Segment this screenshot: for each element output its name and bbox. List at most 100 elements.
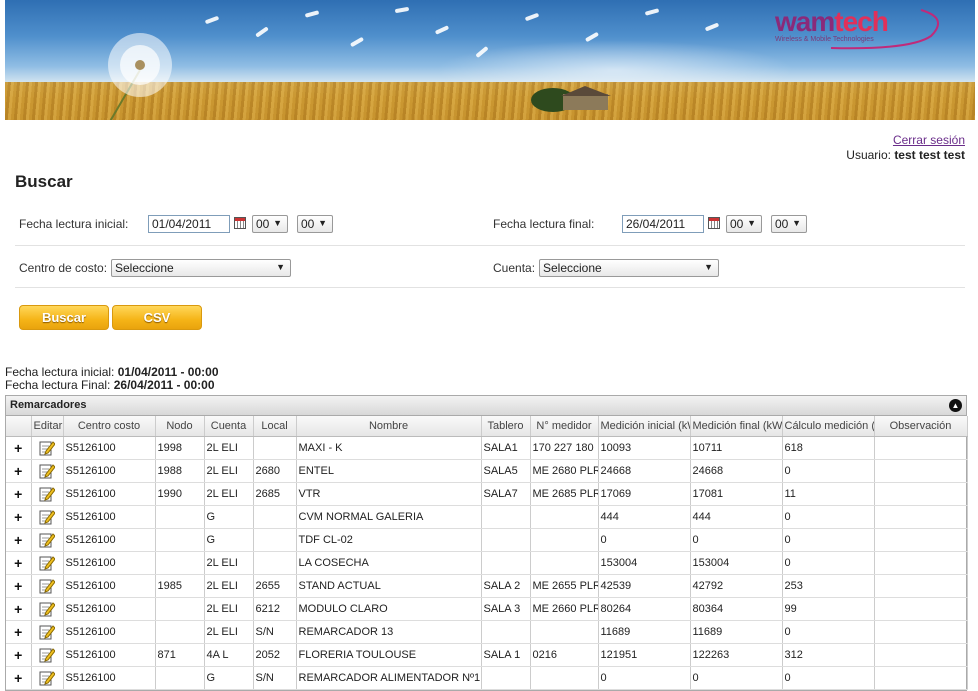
table-cell	[155, 620, 205, 644]
table-cell: S5126100	[63, 666, 156, 690]
collapse-icon[interactable]: ▲	[949, 399, 962, 412]
table-cell: CVM NORMAL GALERIA	[296, 505, 482, 529]
grid-caption: Remarcadores ▲	[6, 396, 966, 416]
expand-icon[interactable]: +	[14, 647, 22, 663]
table-cell: 0	[690, 528, 783, 552]
column-header[interactable]: Centro costo	[63, 416, 156, 437]
table-row[interactable]: + S5126100 G CVM NORMAL GALERIA 444 444 0	[6, 505, 968, 529]
fecha-inicial-hour-select[interactable]: 00 ▼	[252, 215, 288, 233]
table-cell: S5126100	[63, 620, 156, 644]
edit-icon[interactable]	[39, 532, 55, 547]
table-cell: 17069	[598, 482, 691, 506]
edit-icon[interactable]	[39, 601, 55, 616]
chevron-down-icon: ▼	[318, 218, 327, 228]
expand-icon[interactable]: +	[14, 486, 22, 502]
fecha-inicial-min-select[interactable]: 00 ▼	[297, 215, 333, 233]
csv-button[interactable]: CSV	[112, 305, 202, 330]
edit-icon[interactable]	[39, 440, 55, 455]
column-header[interactable]: Local	[253, 416, 297, 437]
edit-icon[interactable]	[39, 670, 55, 685]
expand-icon[interactable]: +	[14, 463, 22, 479]
table-row[interactable]: + S5126100 2L ELI S/N REMARCADOR 13 11689 1168…	[6, 620, 968, 644]
table-cell: 1985	[155, 574, 205, 598]
table-cell	[253, 528, 297, 552]
table-cell	[155, 505, 205, 529]
buscar-button[interactable]: Buscar	[19, 305, 109, 330]
table-cell: 24668	[598, 459, 691, 483]
table-row[interactable]: + S5126100 1990 2L ELI 2685 VTR SALA7 ME 2685 P…	[6, 482, 968, 506]
expand-icon[interactable]: +	[14, 440, 22, 456]
expand-icon[interactable]: +	[14, 578, 22, 594]
edit-icon[interactable]	[39, 486, 55, 501]
user-label: Usuario:	[846, 148, 891, 162]
expand-icon[interactable]: +	[14, 555, 22, 571]
column-header[interactable]: Nodo	[155, 416, 205, 437]
column-header[interactable]: Nombre	[296, 416, 482, 437]
table-cell: S5126100	[63, 436, 156, 460]
fecha-final-min-select[interactable]: 00 ▼	[771, 215, 807, 233]
fecha-inicial-input[interactable]: 01/04/2011	[148, 215, 230, 233]
column-header[interactable]: Medición final (kW	[690, 416, 783, 437]
column-header[interactable]: Tablero	[481, 416, 531, 437]
table-row[interactable]: + S5126100 2L ELI 6212 MODULO CLARO SALA 3 ME …	[6, 597, 968, 621]
table-cell: S5126100	[63, 482, 156, 506]
table-row[interactable]: + S5126100 G TDF CL-02 0 0 0	[6, 528, 968, 552]
centro-select[interactable]: Seleccione ▼	[111, 259, 291, 277]
column-header[interactable]: Medición inicial (kW	[598, 416, 691, 437]
table-cell: 444	[598, 505, 691, 529]
column-header[interactable]	[6, 416, 32, 437]
table-row[interactable]: + S5126100 G S/N REMARCADOR ALIMENTADOR Nº1 0…	[6, 666, 968, 690]
table-cell: 0	[598, 528, 691, 552]
table-cell: S5126100	[63, 643, 156, 667]
table-cell: 1988	[155, 459, 205, 483]
table-cell	[874, 459, 968, 483]
table-cell: 11	[782, 482, 875, 506]
column-header[interactable]: Cálculo medición (	[782, 416, 875, 437]
edit-icon[interactable]	[39, 647, 55, 662]
expand-icon[interactable]: +	[14, 601, 22, 617]
edit-icon[interactable]	[39, 555, 55, 570]
table-cell: FLORERIA TOULOUSE	[296, 643, 482, 667]
fecha-final-hour-select[interactable]: 00 ▼	[726, 215, 762, 233]
table-cell	[874, 482, 968, 506]
table-cell: MAXI - K	[296, 436, 482, 460]
column-header[interactable]: Observación	[874, 416, 968, 437]
table-cell: 10711	[690, 436, 783, 460]
expand-icon[interactable]: +	[14, 670, 22, 686]
table-row[interactable]: + S5126100 2L ELI LA COSECHA 153004 153004 0	[6, 551, 968, 575]
table-cell	[530, 505, 599, 529]
expand-icon[interactable]: +	[14, 509, 22, 525]
table-cell: 153004	[690, 551, 783, 575]
cuenta-select[interactable]: Seleccione ▼	[539, 259, 719, 277]
session-info: Cerrar sesión Usuario: test test test	[846, 133, 965, 163]
edit-icon[interactable]	[39, 624, 55, 639]
table-cell: 871	[155, 643, 205, 667]
table-row[interactable]: + S5126100 1998 2L ELI MAXI - K SALA1 170 227 …	[6, 436, 968, 460]
expand-icon[interactable]: +	[14, 624, 22, 640]
edit-icon[interactable]	[39, 578, 55, 593]
logout-link[interactable]: Cerrar sesión	[893, 133, 965, 147]
table-cell: 10093	[598, 436, 691, 460]
edit-icon[interactable]	[39, 463, 55, 478]
table-cell: S5126100	[63, 597, 156, 621]
table-cell: 2L ELI	[204, 551, 254, 575]
fecha-final-input[interactable]: 26/04/2011	[622, 215, 704, 233]
cost-filter-row: Centro de costo: Seleccione ▼ Cuenta: Sel…	[15, 246, 965, 288]
calendar-icon[interactable]	[708, 217, 720, 229]
table-cell	[155, 551, 205, 575]
table-cell: 121951	[598, 643, 691, 667]
table-row[interactable]: + S5126100 871 4A L 2052 FLORERIA TOULOUSE SAL…	[6, 643, 968, 667]
calendar-icon[interactable]	[234, 217, 246, 229]
table-cell	[481, 505, 531, 529]
table-cell	[481, 666, 531, 690]
table-cell	[874, 551, 968, 575]
edit-icon[interactable]	[39, 509, 55, 524]
table-row[interactable]: + S5126100 1988 2L ELI 2680 ENTEL SALA5 ME 2680…	[6, 459, 968, 483]
column-header[interactable]: Editar	[31, 416, 64, 437]
expand-icon[interactable]: +	[14, 532, 22, 548]
column-header[interactable]: Cuenta	[204, 416, 254, 437]
table-row[interactable]: + S5126100 1985 2L ELI 2655 STAND ACTUAL SALA …	[6, 574, 968, 598]
column-header[interactable]: N° medidor	[530, 416, 599, 437]
table-cell: 80364	[690, 597, 783, 621]
table-cell: 0	[782, 505, 875, 529]
